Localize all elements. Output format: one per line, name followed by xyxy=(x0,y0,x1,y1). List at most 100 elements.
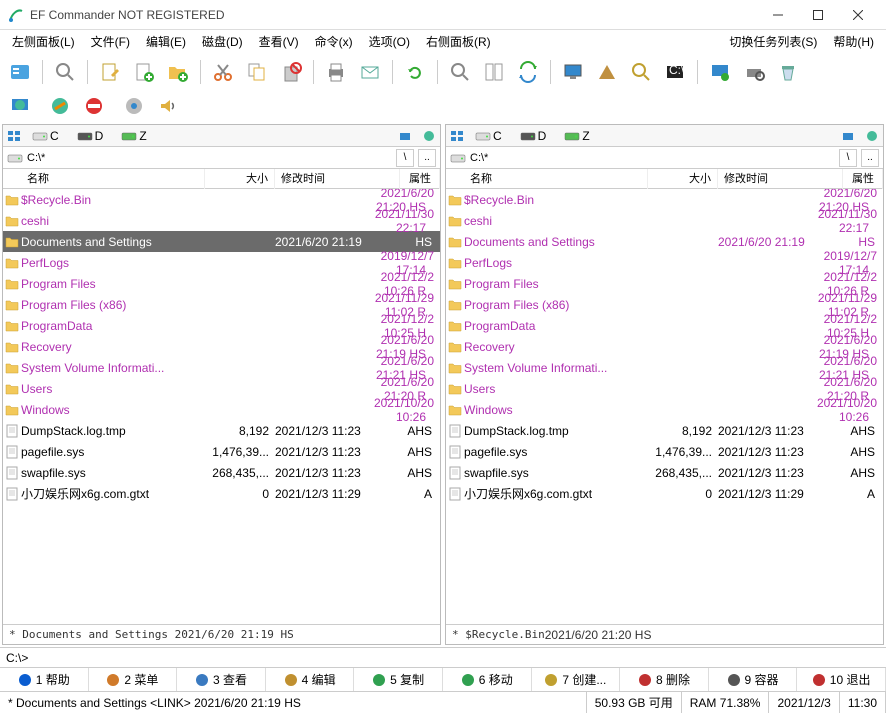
path-drive-icon[interactable] xyxy=(7,153,23,163)
drive-d-button[interactable]: D xyxy=(70,127,111,145)
command-line[interactable]: C:\> xyxy=(0,647,886,667)
file-list[interactable]: $Recycle.Bin 2021/6/20 21:20 HS ceshi 20… xyxy=(446,189,883,624)
drive-net-icon[interactable] xyxy=(841,130,855,142)
path-text[interactable]: C:\* xyxy=(470,152,835,164)
header-size[interactable]: 大小 xyxy=(648,169,718,189)
drive-list-icon[interactable] xyxy=(450,129,464,143)
sound-icon[interactable] xyxy=(154,92,182,120)
new-file-icon[interactable] xyxy=(130,58,158,86)
search-icon[interactable] xyxy=(51,58,79,86)
menu-file[interactable]: 文件(F) xyxy=(83,30,138,54)
function-keys-bar: 1 帮助 2 菜单 3 查看 4 编辑 5 复制 6 移动 7 创建... 8 … xyxy=(0,667,886,691)
drive-ftp-icon[interactable] xyxy=(422,130,436,142)
fkey-4[interactable]: 4 编辑 xyxy=(266,668,355,691)
item-name: Recovery xyxy=(464,340,813,354)
list-item[interactable]: pagefile.sys 1,476,39... 2021/12/3 11:23… xyxy=(446,441,883,462)
path-up-button[interactable]: .. xyxy=(418,149,436,167)
list-item[interactable]: DumpStack.log.tmp 8,192 2021/12/3 11:23 … xyxy=(3,420,440,441)
svg-text:C:\: C:\ xyxy=(669,63,685,77)
cut-icon[interactable] xyxy=(209,58,237,86)
drive-z-button[interactable]: Z xyxy=(557,127,596,145)
console-icon[interactable]: C:\ xyxy=(661,58,689,86)
desktop-icon[interactable] xyxy=(559,58,587,86)
list-item[interactable]: swapfile.sys 268,435,... 2021/12/3 11:23… xyxy=(446,462,883,483)
item-attr: HS xyxy=(843,235,883,249)
maximize-button[interactable] xyxy=(798,1,838,29)
multimedia-icon[interactable] xyxy=(120,92,148,120)
fkey-5[interactable]: 5 复制 xyxy=(354,668,443,691)
drive-list-icon[interactable] xyxy=(7,129,21,143)
fkey-9[interactable]: 9 容器 xyxy=(709,668,798,691)
folder-icon xyxy=(446,362,464,374)
fkey-6[interactable]: 6 移动 xyxy=(443,668,532,691)
path-drive-icon[interactable] xyxy=(450,153,466,163)
list-item[interactable]: 小刀娱乐网x6g.com.gtxt 0 2021/12/3 11:29 A xyxy=(446,483,883,504)
link-icon[interactable] xyxy=(46,92,74,120)
header-size[interactable]: 大小 xyxy=(205,169,275,189)
network-icon[interactable] xyxy=(6,92,34,120)
path-root-button[interactable]: \ xyxy=(839,149,857,167)
header-date[interactable]: 修改时间 xyxy=(718,169,843,189)
menu-right-panel[interactable]: 右侧面板(R) xyxy=(418,30,499,54)
folder-icon xyxy=(446,278,464,290)
list-item[interactable]: Windows 2021/10/20 10:26 xyxy=(3,399,440,420)
mail-icon[interactable] xyxy=(356,58,384,86)
list-item[interactable]: 小刀娱乐网x6g.com.gtxt 0 2021/12/3 11:29 A xyxy=(3,483,440,504)
fkey-8[interactable]: 8 删除 xyxy=(620,668,709,691)
list-item[interactable]: DumpStack.log.tmp 8,192 2021/12/3 11:23 … xyxy=(446,420,883,441)
drive-d-button[interactable]: D xyxy=(513,127,554,145)
edit-file-icon[interactable] xyxy=(96,58,124,86)
copy-icon[interactable] xyxy=(243,58,271,86)
drive-c-button[interactable]: C xyxy=(468,127,509,145)
list-item[interactable]: ceshi 2021/11/30 22:17 xyxy=(3,210,440,231)
fkey-2[interactable]: 2 菜单 xyxy=(89,668,178,691)
menu-help[interactable]: 帮助(H) xyxy=(825,30,882,54)
left-panel: CDZ C:\* \ .. 名称 大小 修改时间 属性 $Recycle.Bin… xyxy=(2,124,441,645)
fkey-10[interactable]: 10 退出 xyxy=(797,668,886,691)
list-item[interactable]: swapfile.sys 268,435,... 2021/12/3 11:23… xyxy=(3,462,440,483)
list-item[interactable]: ceshi 2021/11/30 22:17 xyxy=(446,210,883,231)
menu-switch-task[interactable]: 切换任务列表(S) xyxy=(721,30,825,54)
list-item[interactable]: pagefile.sys 1,476,39... 2021/12/3 11:23… xyxy=(3,441,440,462)
menu-left-panel[interactable]: 左侧面板(L) xyxy=(4,30,83,54)
path-text[interactable]: C:\* xyxy=(27,152,392,164)
list-item[interactable]: Windows 2021/10/20 10:26 xyxy=(446,399,883,420)
new-folder-icon[interactable] xyxy=(164,58,192,86)
drive-ftp-icon[interactable] xyxy=(865,130,879,142)
file-list[interactable]: $Recycle.Bin 2021/6/20 21:20 HS ceshi 20… xyxy=(3,189,440,624)
header-attr[interactable]: 属性 xyxy=(843,169,883,189)
header-name[interactable]: 名称 xyxy=(21,169,205,189)
delete-icon[interactable] xyxy=(277,58,305,86)
compare-icon[interactable] xyxy=(480,58,508,86)
sync-icon[interactable] xyxy=(514,58,542,86)
header-attr[interactable]: 属性 xyxy=(400,169,440,189)
tools-icon[interactable] xyxy=(740,58,768,86)
settings-icon[interactable] xyxy=(706,58,734,86)
fkey-1[interactable]: 1 帮助 xyxy=(0,668,89,691)
folder-icon xyxy=(3,278,21,290)
menu-options[interactable]: 选项(O) xyxy=(361,30,418,54)
header-name[interactable]: 名称 xyxy=(464,169,648,189)
header-date[interactable]: 修改时间 xyxy=(275,169,400,189)
menu-disk[interactable]: 磁盘(D) xyxy=(194,30,251,54)
fkey-7[interactable]: 7 创建... xyxy=(532,668,621,691)
recycle-icon[interactable] xyxy=(774,58,802,86)
menu-command[interactable]: 命令(x) xyxy=(307,30,361,54)
minimize-button[interactable] xyxy=(758,1,798,29)
drive-z-button[interactable]: Z xyxy=(114,127,153,145)
find-icon[interactable] xyxy=(446,58,474,86)
fkey-3[interactable]: 3 查看 xyxy=(177,668,266,691)
print-icon[interactable] xyxy=(322,58,350,86)
view-mode-icon[interactable] xyxy=(6,58,34,86)
block-icon[interactable] xyxy=(80,92,108,120)
drive-c-button[interactable]: C xyxy=(25,127,66,145)
pyramid-icon[interactable] xyxy=(593,58,621,86)
drive-net-icon[interactable] xyxy=(398,130,412,142)
close-button[interactable] xyxy=(838,1,878,29)
menu-view[interactable]: 查看(V) xyxy=(251,30,307,54)
menu-edit[interactable]: 编辑(E) xyxy=(138,30,194,54)
refresh-icon[interactable] xyxy=(401,58,429,86)
explore-icon[interactable] xyxy=(627,58,655,86)
path-up-button[interactable]: .. xyxy=(861,149,879,167)
path-root-button[interactable]: \ xyxy=(396,149,414,167)
